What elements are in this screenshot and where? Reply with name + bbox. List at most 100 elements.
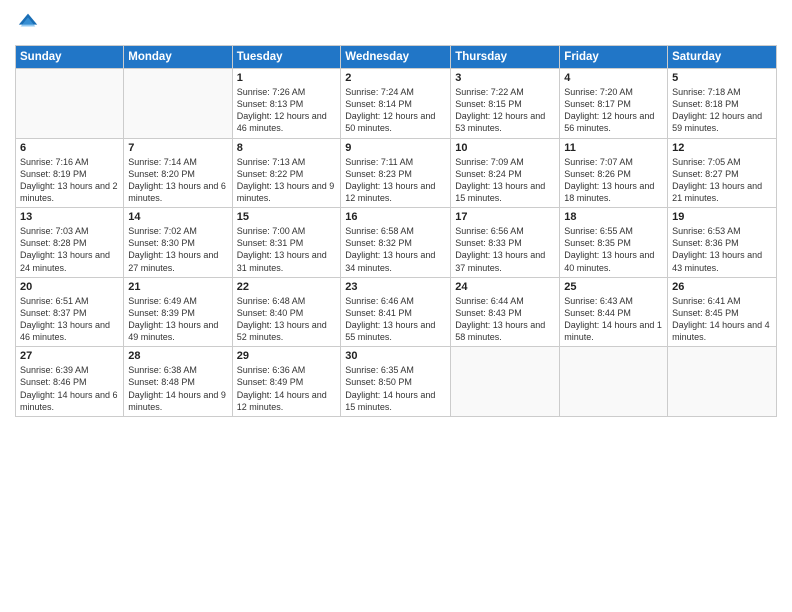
calendar-cell (16, 69, 124, 139)
day-number: 1 (237, 72, 337, 84)
calendar-cell: 29 Sunrise: 6:36 AM Sunset: 8:49 PM Dayli… (232, 347, 341, 417)
header (15, 10, 777, 37)
day-number: 24 (455, 281, 555, 293)
calendar-cell: 17 Sunrise: 6:56 AM Sunset: 8:33 PM Dayli… (451, 208, 560, 278)
day-number: 9 (345, 142, 446, 154)
calendar-cell: 4 Sunrise: 7:20 AM Sunset: 8:17 PM Daylig… (560, 69, 668, 139)
day-number: 19 (672, 211, 772, 223)
day-info: Sunrise: 7:00 AM Sunset: 8:31 PM Dayligh… (237, 225, 337, 274)
calendar-cell: 2 Sunrise: 7:24 AM Sunset: 8:14 PM Daylig… (341, 69, 451, 139)
day-info: Sunrise: 7:09 AM Sunset: 8:24 PM Dayligh… (455, 156, 555, 205)
day-info: Sunrise: 7:16 AM Sunset: 8:19 PM Dayligh… (20, 156, 119, 205)
calendar-cell: 9Sunrise: 7:11 AM Sunset: 8:23 PM Daylig… (341, 138, 451, 208)
day-info: Sunrise: 7:14 AM Sunset: 8:20 PM Dayligh… (128, 156, 227, 205)
day-info: Sunrise: 6:55 AM Sunset: 8:35 PM Dayligh… (564, 225, 663, 274)
day-info: Sunrise: 6:49 AM Sunset: 8:39 PM Dayligh… (128, 295, 227, 344)
day-number: 30 (345, 350, 446, 362)
day-info: Sunrise: 6:46 AM Sunset: 8:41 PM Dayligh… (345, 295, 446, 344)
logo-icon (17, 10, 39, 32)
calendar-cell: 28 Sunrise: 6:38 AM Sunset: 8:48 PM Dayli… (124, 347, 232, 417)
calendar-cell: 22 Sunrise: 6:48 AM Sunset: 8:40 PM Dayli… (232, 277, 341, 347)
weekday-friday: Friday (560, 46, 668, 69)
day-number: 6 (20, 142, 119, 154)
day-info: Sunrise: 7:07 AM Sunset: 8:26 PM Dayligh… (564, 156, 663, 205)
calendar-cell: 23Sunrise: 6:46 AM Sunset: 8:41 PM Dayli… (341, 277, 451, 347)
calendar-cell: 12Sunrise: 7:05 AM Sunset: 8:27 PM Dayli… (668, 138, 777, 208)
calendar-cell: 5 Sunrise: 7:18 AM Sunset: 8:18 PM Daylig… (668, 69, 777, 139)
day-info: Sunrise: 6:36 AM Sunset: 8:49 PM Dayligh… (237, 364, 337, 413)
calendar-cell (451, 347, 560, 417)
day-number: 10 (455, 142, 555, 154)
day-info: Sunrise: 6:44 AM Sunset: 8:43 PM Dayligh… (455, 295, 555, 344)
day-number: 22 (237, 281, 337, 293)
day-number: 5 (672, 72, 772, 84)
day-info: Sunrise: 6:38 AM Sunset: 8:48 PM Dayligh… (128, 364, 227, 413)
calendar-cell: 16 Sunrise: 6:58 AM Sunset: 8:32 PM Dayli… (341, 208, 451, 278)
calendar-cell: 18 Sunrise: 6:55 AM Sunset: 8:35 PM Dayli… (560, 208, 668, 278)
day-number: 25 (564, 281, 663, 293)
day-number: 3 (455, 72, 555, 84)
day-number: 16 (345, 211, 446, 223)
weekday-monday: Monday (124, 46, 232, 69)
calendar-cell: 19 Sunrise: 6:53 AM Sunset: 8:36 PM Dayli… (668, 208, 777, 278)
day-number: 17 (455, 211, 555, 223)
calendar-cell: 10 Sunrise: 7:09 AM Sunset: 8:24 PM Dayli… (451, 138, 560, 208)
calendar-cell: 6 Sunrise: 7:16 AM Sunset: 8:19 PM Daylig… (16, 138, 124, 208)
day-info: Sunrise: 6:39 AM Sunset: 8:46 PM Dayligh… (20, 364, 119, 413)
day-info: Sunrise: 7:20 AM Sunset: 8:17 PM Dayligh… (564, 86, 663, 135)
day-number: 18 (564, 211, 663, 223)
calendar-cell: 1 Sunrise: 7:26 AM Sunset: 8:13 PM Daylig… (232, 69, 341, 139)
calendar-cell: 30 Sunrise: 6:35 AM Sunset: 8:50 PM Dayli… (341, 347, 451, 417)
day-info: Sunrise: 6:56 AM Sunset: 8:33 PM Dayligh… (455, 225, 555, 274)
week-row-0: 1 Sunrise: 7:26 AM Sunset: 8:13 PM Daylig… (16, 69, 777, 139)
day-number: 26 (672, 281, 772, 293)
day-info: Sunrise: 6:41 AM Sunset: 8:45 PM Dayligh… (672, 295, 772, 344)
day-number: 4 (564, 72, 663, 84)
page: SundayMondayTuesdayWednesdayThursdayFrid… (0, 0, 792, 612)
day-number: 20 (20, 281, 119, 293)
day-number: 21 (128, 281, 227, 293)
day-number: 15 (237, 211, 337, 223)
day-info: Sunrise: 6:51 AM Sunset: 8:37 PM Dayligh… (20, 295, 119, 344)
day-info: Sunrise: 7:02 AM Sunset: 8:30 PM Dayligh… (128, 225, 227, 274)
day-number: 13 (20, 211, 119, 223)
day-number: 2 (345, 72, 446, 84)
calendar-cell (560, 347, 668, 417)
day-info: Sunrise: 6:58 AM Sunset: 8:32 PM Dayligh… (345, 225, 446, 274)
week-row-2: 13Sunrise: 7:03 AM Sunset: 8:28 PM Dayli… (16, 208, 777, 278)
day-number: 27 (20, 350, 119, 362)
calendar-cell: 26 Sunrise: 6:41 AM Sunset: 8:45 PM Dayli… (668, 277, 777, 347)
calendar-cell: 13Sunrise: 7:03 AM Sunset: 8:28 PM Dayli… (16, 208, 124, 278)
day-info: Sunrise: 7:13 AM Sunset: 8:22 PM Dayligh… (237, 156, 337, 205)
day-info: Sunrise: 7:26 AM Sunset: 8:13 PM Dayligh… (237, 86, 337, 135)
day-info: Sunrise: 6:43 AM Sunset: 8:44 PM Dayligh… (564, 295, 663, 344)
day-number: 28 (128, 350, 227, 362)
day-number: 8 (237, 142, 337, 154)
day-number: 7 (128, 142, 227, 154)
calendar-cell: 11 Sunrise: 7:07 AM Sunset: 8:26 PM Dayli… (560, 138, 668, 208)
day-number: 14 (128, 211, 227, 223)
calendar-cell: 14 Sunrise: 7:02 AM Sunset: 8:30 PM Dayli… (124, 208, 232, 278)
day-info: Sunrise: 6:35 AM Sunset: 8:50 PM Dayligh… (345, 364, 446, 413)
day-number: 12 (672, 142, 772, 154)
calendar-cell: 24 Sunrise: 6:44 AM Sunset: 8:43 PM Dayli… (451, 277, 560, 347)
calendar-cell: 21 Sunrise: 6:49 AM Sunset: 8:39 PM Dayli… (124, 277, 232, 347)
weekday-thursday: Thursday (451, 46, 560, 69)
week-row-4: 27 Sunrise: 6:39 AM Sunset: 8:46 PM Dayli… (16, 347, 777, 417)
day-number: 29 (237, 350, 337, 362)
weekday-saturday: Saturday (668, 46, 777, 69)
day-info: Sunrise: 7:18 AM Sunset: 8:18 PM Dayligh… (672, 86, 772, 135)
weekday-sunday: Sunday (16, 46, 124, 69)
calendar-cell: 27 Sunrise: 6:39 AM Sunset: 8:46 PM Dayli… (16, 347, 124, 417)
day-info: Sunrise: 6:48 AM Sunset: 8:40 PM Dayligh… (237, 295, 337, 344)
day-number: 11 (564, 142, 663, 154)
day-info: Sunrise: 7:24 AM Sunset: 8:14 PM Dayligh… (345, 86, 446, 135)
weekday-header-row: SundayMondayTuesdayWednesdayThursdayFrid… (16, 46, 777, 69)
calendar-cell: 25 Sunrise: 6:43 AM Sunset: 8:44 PM Dayli… (560, 277, 668, 347)
calendar-cell (668, 347, 777, 417)
day-info: Sunrise: 6:53 AM Sunset: 8:36 PM Dayligh… (672, 225, 772, 274)
calendar-cell: 7 Sunrise: 7:14 AM Sunset: 8:20 PM Daylig… (124, 138, 232, 208)
calendar-cell: 3Sunrise: 7:22 AM Sunset: 8:15 PM Daylig… (451, 69, 560, 139)
calendar-cell: 20 Sunrise: 6:51 AM Sunset: 8:37 PM Dayli… (16, 277, 124, 347)
calendar-cell: 8 Sunrise: 7:13 AM Sunset: 8:22 PM Daylig… (232, 138, 341, 208)
